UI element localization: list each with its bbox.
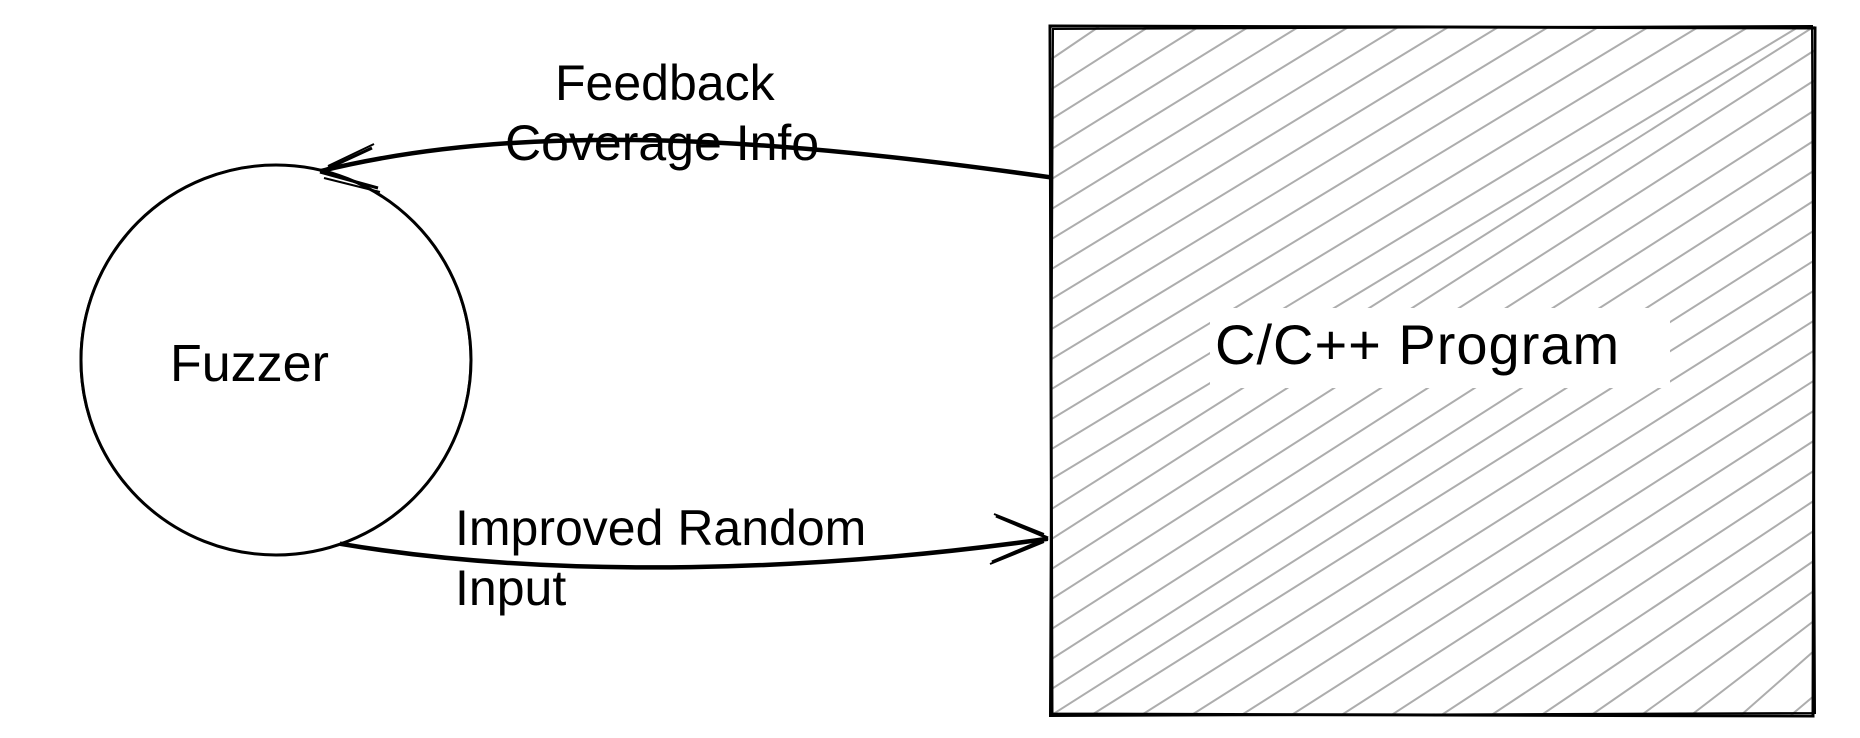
input-label-line2: Input bbox=[455, 560, 566, 618]
feedback-label-line2: Coverage Info bbox=[505, 115, 819, 173]
feedback-label-line1: Feedback bbox=[555, 55, 775, 113]
program-label: C/C++ Program bbox=[1215, 313, 1620, 377]
fuzzer-label: Fuzzer bbox=[170, 335, 329, 395]
diagram-canvas: Fuzzer C/C++ Program Feedback Coverage I… bbox=[0, 0, 1860, 738]
input-label-line1: Improved Random bbox=[455, 500, 866, 558]
